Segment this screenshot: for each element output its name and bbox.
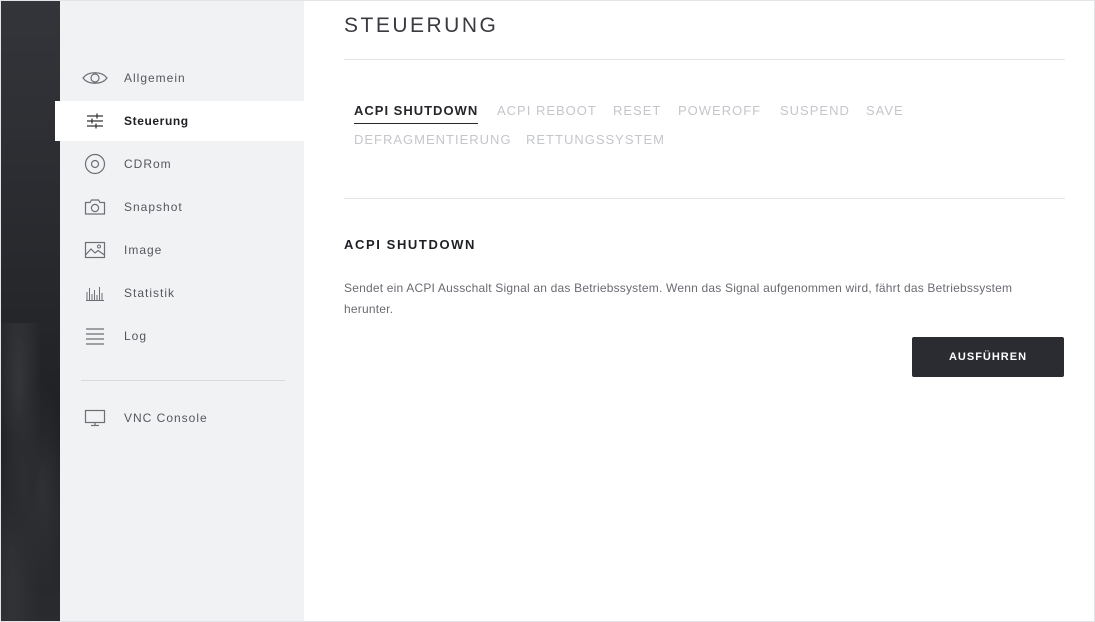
bar-chart-icon — [82, 282, 108, 304]
disc-icon — [82, 153, 108, 175]
page-title: STEUERUNG — [344, 14, 499, 37]
sidebar-item-log[interactable]: Log — [60, 316, 304, 356]
image-icon — [82, 239, 108, 261]
sidebar-item-label: Snapshot — [124, 200, 183, 214]
sidebar-item-statistik[interactable]: Statistik — [60, 273, 304, 313]
eye-icon — [82, 67, 108, 89]
sidebar-item-vnc-console[interactable]: VNC Console — [60, 398, 304, 438]
background-texture — [1, 323, 60, 621]
sidebar-item-allgemein[interactable]: Allgemein — [60, 58, 304, 98]
tab-suspend[interactable]: SUSPEND — [780, 103, 850, 118]
list-icon — [82, 325, 108, 347]
sliders-icon — [82, 110, 108, 132]
tabs-divider — [344, 198, 1065, 199]
tab-save[interactable]: SAVE — [866, 103, 904, 118]
sidebar-item-label: Image — [124, 243, 163, 257]
sidebar-item-label: CDRom — [124, 157, 172, 171]
title-divider — [344, 59, 1065, 60]
tab-poweroff[interactable]: POWEROFF — [678, 103, 761, 118]
execute-button[interactable]: AUSFÜHREN — [912, 337, 1064, 377]
sidebar-item-snapshot[interactable]: Snapshot — [60, 187, 304, 227]
sidebar-divider — [81, 380, 285, 381]
sidebar: Allgemein Steuerung CDRom Snapshot Image… — [55, 1, 304, 621]
sidebar-item-label: Steuerung — [124, 114, 189, 128]
sidebar-item-label: Statistik — [124, 286, 176, 300]
camera-icon — [82, 196, 108, 218]
tab-reset[interactable]: RESET — [613, 103, 661, 118]
sidebar-item-image[interactable]: Image — [60, 230, 304, 270]
sidebar-item-cdrom[interactable]: CDRom — [60, 144, 304, 184]
sidebar-item-label: Log — [124, 329, 148, 343]
main-content: STEUERUNG ACPI SHUTDOWN ACPI REBOOT RESE… — [344, 1, 1065, 621]
tab-rettungssystem[interactable]: RETTUNGSSYSTEM — [526, 132, 665, 147]
sidebar-item-label: Allgemein — [124, 71, 186, 85]
sidebar-item-steuerung[interactable]: Steuerung — [55, 101, 304, 141]
sidebar-item-label: VNC Console — [124, 411, 208, 425]
action-description: Sendet ein ACPI Ausschalt Signal an das … — [344, 281, 1013, 316]
monitor-icon — [82, 407, 108, 429]
tab-acpi-shutdown[interactable]: ACPI SHUTDOWN — [354, 103, 479, 124]
section-title: ACPI SHUTDOWN — [344, 237, 477, 252]
tab-acpi-reboot[interactable]: ACPI REBOOT — [497, 103, 597, 118]
background-strip — [1, 1, 60, 621]
app-window: Allgemein Steuerung CDRom Snapshot Image… — [0, 0, 1095, 622]
tab-defragmentierung[interactable]: DEFRAGMENTIERUNG — [354, 132, 512, 147]
